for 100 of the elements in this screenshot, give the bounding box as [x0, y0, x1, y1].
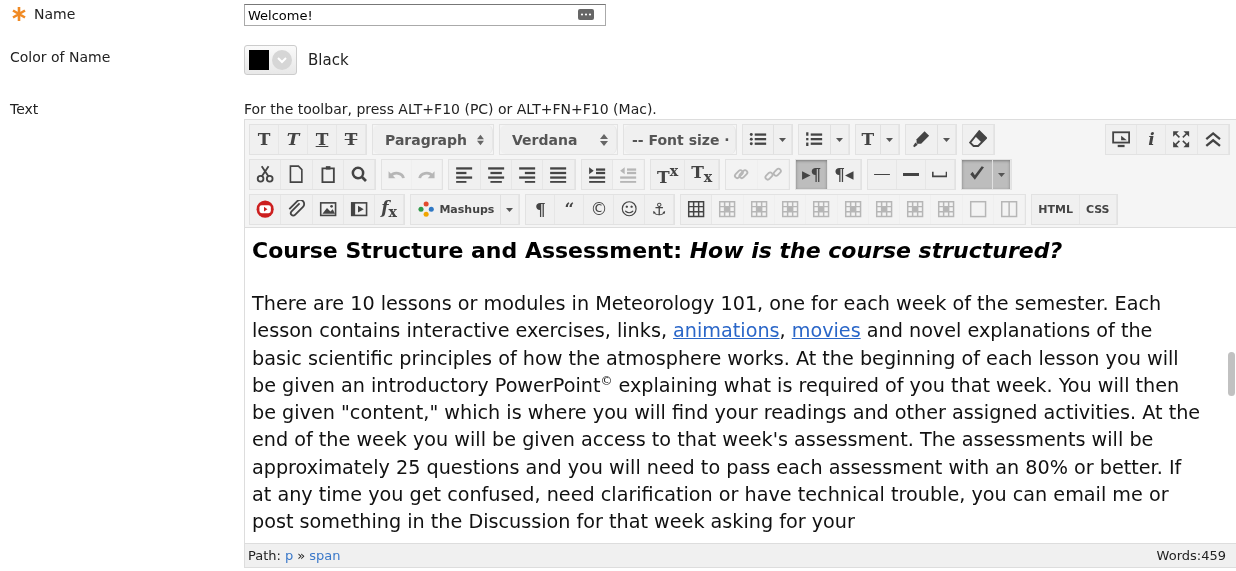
toolbar-button[interactable] — [896, 160, 926, 189]
square-icon — [968, 200, 987, 219]
format-dropdown[interactable]: Verdana — [500, 125, 617, 154]
outdent-icon — [618, 165, 638, 184]
ellipsis-icon — [578, 9, 594, 20]
toolbar-button[interactable] — [1166, 125, 1198, 154]
toolbar-button[interactable]: T — [308, 125, 337, 154]
align-left-icon — [455, 165, 474, 184]
toolbar-button[interactable]: ⚓ — [645, 195, 675, 224]
toolbar-button[interactable] — [281, 160, 313, 189]
toolbar-button[interactable]: T$^{x}$ — [651, 160, 686, 189]
toolbar-dropdown-button[interactable]: T — [855, 125, 900, 154]
grid-icon — [874, 200, 894, 219]
grid-icon — [749, 200, 768, 219]
toolbar-button[interactable] — [449, 160, 481, 189]
toolbar-button[interactable] — [343, 195, 376, 224]
toolbar-button[interactable]: T — [279, 125, 308, 154]
toolbar-button[interactable] — [962, 125, 994, 154]
page-icon — [287, 165, 306, 184]
align-right-icon — [517, 165, 537, 184]
toolbar-button[interactable]: HTML — [1032, 195, 1080, 224]
path-link[interactable]: span — [309, 548, 341, 563]
field-label: Text — [10, 101, 39, 117]
grid-icon — [906, 200, 925, 219]
toolbar-button[interactable]: ¶◂ — [828, 160, 861, 189]
toolbar-button[interactable]: T — [337, 125, 366, 154]
indent-icon — [587, 165, 606, 184]
toolbar-button[interactable] — [1106, 125, 1138, 154]
columns-icon — [999, 200, 1019, 219]
toolbar-button[interactable]: CSS — [1079, 195, 1117, 224]
toolbar-button[interactable]: “ — [555, 195, 585, 224]
toolbar-button[interactable] — [1197, 125, 1229, 154]
toolbar-button[interactable] — [543, 160, 575, 189]
toolbar-button[interactable] — [281, 195, 313, 224]
toolbar-button[interactable]: T$_{x}$ — [685, 160, 720, 189]
updown-arrow-icon — [600, 133, 608, 146]
grid-icon — [781, 200, 800, 219]
toolbar-dropdown-button[interactable]: Mashups — [411, 195, 520, 224]
toolbar-button[interactable] — [581, 160, 613, 189]
content-link[interactable]: movies — [791, 319, 861, 343]
content-paragraph: There are 10 lessons or modules in Meteorology 101, one for each week of the semester. Each lesson contains interactive exercises, links, animations, movies and novel explanations of the basic scientific principles of how the atmosphere works. At the beginning of each lesson you will be given an introductory PowerPoint$^{©}$ explaining what is required of you that week. You will then be given "content," which is where you will find your readings and other assigned activities. At the end of the week you will be given access to that week's assessment. The assessments will be approximately 25 questions and you will need to pass each assessment with an 80% or better. If at any time you get confused, need clarification or have technical trouble, you can email me or post something in the Discussion for that week asking for your — [252, 291, 1202, 536]
numlist-icon — [805, 130, 824, 149]
space-icon — [931, 171, 948, 178]
chevrons-icon — [1203, 130, 1222, 149]
search-icon — [349, 165, 369, 184]
path-separator: » — [297, 548, 306, 563]
toolbar-button[interactable] — [511, 160, 544, 189]
toolbar-button[interactable]: ☺ — [614, 195, 646, 224]
align-center-icon — [486, 165, 505, 184]
format-dropdown[interactable]: -- Font size · — [624, 125, 736, 154]
field-label: Color of Name — [10, 49, 111, 65]
scissors-icon — [256, 165, 275, 184]
field-label: Name — [34, 6, 76, 22]
updown-arrow-icon — [477, 133, 484, 146]
color-picker-button[interactable] — [244, 45, 297, 75]
content-link[interactable]: animations — [673, 319, 780, 343]
path-label: Path: — [248, 548, 281, 563]
toolbar-button[interactable] — [925, 160, 955, 189]
caret-icon — [506, 207, 514, 212]
monitor-icon — [1112, 130, 1131, 149]
toolbar-button[interactable] — [250, 195, 282, 224]
caret-icon — [886, 137, 894, 142]
toolbar-button[interactable] — [250, 160, 282, 189]
toolbar-button[interactable] — [681, 195, 713, 224]
caret-icon — [779, 137, 787, 142]
content-heading: Course Structure and Assessment: How is the course structured? — [252, 238, 1064, 263]
toolbar-dropdown-button[interactable] — [961, 160, 1011, 189]
toolbar-button[interactable] — [312, 195, 344, 224]
name-input-field[interactable]: Welcome! — [244, 4, 606, 26]
grid-icon — [937, 200, 956, 219]
toolbar-button[interactable]: i — [1137, 125, 1167, 154]
table-icon — [687, 200, 706, 219]
film-icon — [349, 200, 369, 219]
chevron-down-icon — [272, 50, 292, 70]
caret-icon — [942, 137, 950, 142]
toolbar-button[interactable] — [343, 160, 376, 189]
image-icon — [318, 200, 337, 219]
paperclip-icon — [287, 200, 306, 219]
toolbar-button[interactable]: ▸¶ — [795, 160, 829, 189]
toolbar-button[interactable]: T — [250, 125, 279, 154]
toolbar-button[interactable]: f$_{x}$ — [375, 195, 405, 224]
scrollbar-thumb[interactable] — [1228, 352, 1235, 396]
toolbar-button[interactable]: © — [584, 195, 615, 224]
color-swatch — [249, 50, 269, 70]
toolbar-button[interactable]: ¶ — [526, 195, 556, 224]
eraser-icon — [968, 130, 987, 149]
unlink-icon — [763, 165, 782, 184]
expand-icon — [1172, 130, 1191, 149]
toolbar-button[interactable] — [312, 160, 344, 189]
play-icon — [256, 200, 275, 219]
toolbar-dropdown-button[interactable] — [799, 125, 849, 154]
color-name: Black — [308, 51, 349, 69]
toolbar-dropdown-button[interactable] — [743, 125, 793, 154]
grid-icon — [812, 200, 831, 219]
toolbar-dropdown-button[interactable] — [906, 125, 956, 154]
align-justify-icon — [549, 165, 568, 184]
redo-icon — [418, 169, 436, 180]
path-link[interactable]: p — [284, 548, 294, 563]
toolbar-button[interactable] — [480, 160, 512, 189]
format-dropdown[interactable]: Paragraph — [373, 125, 493, 154]
